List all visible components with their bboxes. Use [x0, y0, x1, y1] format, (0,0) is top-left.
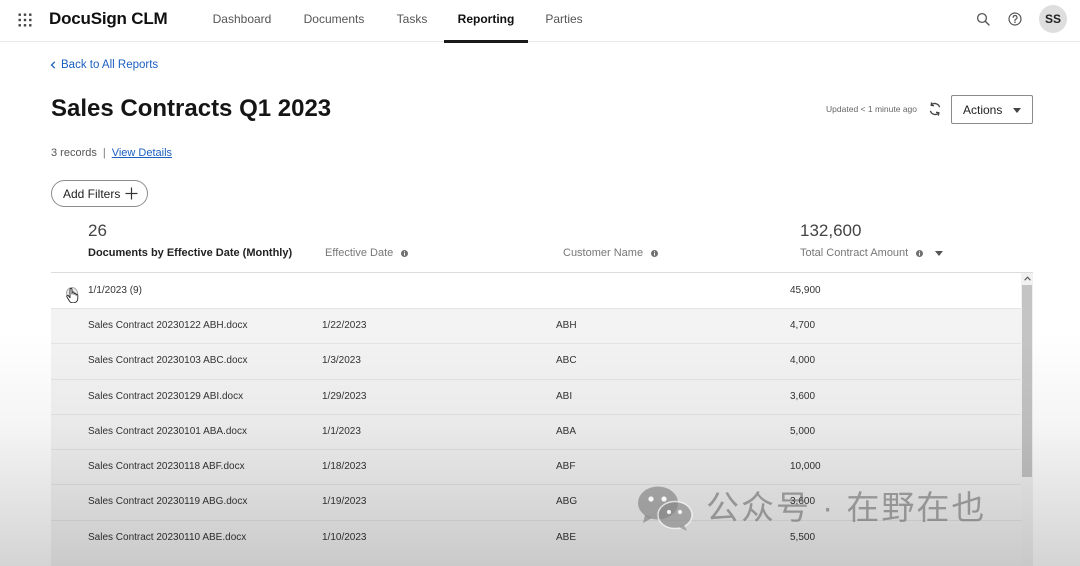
- column-header-customer-name[interactable]: Customer Name: [563, 246, 659, 260]
- customer-name-cell: ABC: [556, 355, 577, 367]
- customer-name-cell: ABF: [556, 461, 576, 473]
- add-filters-label: Add Filters: [63, 186, 121, 201]
- table-row[interactable]: Sales Contract 20230103 ABC.docx 1/3/2023…: [51, 343, 1021, 379]
- nav-item-parties[interactable]: Parties: [528, 0, 600, 42]
- customer-name-cell: ABG: [556, 496, 578, 508]
- apps-grid-icon[interactable]: [17, 12, 33, 28]
- report-title: Sales Contracts Q1 2023: [51, 95, 332, 122]
- info-icon: [401, 249, 409, 257]
- table-row[interactable]: Sales Contract 20230119 ABG.docx 1/19/202…: [51, 484, 1021, 520]
- customer-name-cell: ABA: [556, 425, 577, 437]
- back-to-reports-link[interactable]: Back to All Reports: [50, 58, 158, 72]
- info-icon: [916, 249, 924, 257]
- group-rows: Sales Contract 20230122 ABH.docx 1/22/202…: [51, 308, 1021, 566]
- document-name-cell[interactable]: Sales Contract 20230101 ABA.docx: [88, 415, 247, 449]
- table-row[interactable]: Sales Contract 20230122 ABH.docx 1/22/202…: [51, 308, 1021, 344]
- column-header-effective-date[interactable]: Effective Date: [325, 246, 409, 260]
- group-label: 1/1/2023 (9): [88, 285, 142, 296]
- plus-icon: [125, 187, 138, 200]
- contract-amount-cell: 5,500: [790, 531, 816, 543]
- app-root: DocuSign CLM Dashboard Documents Tasks R…: [0, 0, 1080, 566]
- contract-amount-cell: 10,000: [790, 461, 821, 473]
- document-name-cell[interactable]: Sales Contract 20230118 ABF.docx: [88, 450, 245, 484]
- search-icon[interactable]: [976, 12, 990, 26]
- group-collapse-toggle[interactable]: [65, 287, 79, 303]
- nav-item-reporting[interactable]: Reporting: [444, 0, 528, 43]
- customer-name-cell: ABH: [556, 320, 577, 331]
- separator: |: [102, 147, 106, 159]
- document-name-cell[interactable]: Sales Contract 20230129 ABI.docx: [88, 380, 243, 414]
- effective-date-cell: 1/18/2023: [322, 461, 367, 473]
- effective-date-cell: 1/19/2023: [322, 496, 367, 508]
- user-avatar[interactable]: SS: [1039, 5, 1067, 33]
- chevron-left-icon: [50, 61, 56, 69]
- effective-date-cell: 1/10/2023: [322, 531, 367, 543]
- column-header-label: Total Contract Amount: [800, 247, 909, 259]
- document-name-cell[interactable]: Sales Contract 20230110 ABE.docx: [88, 521, 246, 555]
- group-amount: 45,900: [790, 285, 821, 296]
- top-navigation-bar: DocuSign CLM Dashboard Documents Tasks R…: [0, 0, 1080, 43]
- table-row[interactable]: Sales Contract 20230129 ABI.docx 1/29/202…: [51, 378, 1021, 414]
- caret-down-icon: [1013, 108, 1021, 113]
- effective-date-cell: 1/3/2023: [322, 355, 361, 367]
- contract-amount-cell: 4,000: [790, 355, 816, 367]
- add-filters-button[interactable]: Add Filters: [51, 180, 148, 207]
- table-row[interactable]: Sales Contract 20230101 ABA.docx 1/1/2023…: [51, 413, 1021, 450]
- chevron-up-icon[interactable]: [1021, 273, 1033, 285]
- column-header-label: Customer Name: [563, 247, 644, 259]
- documents-count-total: 26: [88, 221, 107, 240]
- document-name-cell[interactable]: Sales Contract 20230103 ABC.docx: [88, 344, 248, 378]
- table-scrollbar[interactable]: [1021, 273, 1033, 566]
- table-row[interactable]: Sales Contract 20230118 ABF.docx 1/18/202…: [51, 449, 1021, 485]
- document-name-cell[interactable]: Sales Contract 20230122 ABH.docx: [88, 309, 248, 343]
- effective-date-cell: 1/22/2023: [322, 320, 367, 331]
- actions-dropdown-button[interactable]: Actions: [951, 95, 1033, 124]
- column-header-total-contract-amount[interactable]: Total Contract Amount: [800, 246, 944, 260]
- info-icon: [651, 249, 659, 257]
- record-count: 3 records: [51, 147, 97, 159]
- scrollbar-thumb[interactable]: [1022, 285, 1032, 477]
- contract-amount-cell: 3,600: [790, 390, 816, 402]
- actions-label: Actions: [963, 102, 1003, 117]
- table-row[interactable]: Sales Contract 20230110 ABE.docx 1/10/202…: [51, 519, 1021, 556]
- column-header-label: Effective Date: [325, 247, 394, 259]
- column-header-documents[interactable]: Documents by Effective Date (Monthly): [88, 246, 292, 260]
- help-icon[interactable]: [1008, 12, 1022, 26]
- app-logo[interactable]: DocuSign CLM: [49, 9, 168, 29]
- contract-amount-cell: 3,600: [790, 496, 816, 508]
- effective-date-cell: 1/1/2023: [322, 425, 361, 437]
- back-link-label: Back to All Reports: [61, 59, 159, 71]
- refresh-icon[interactable]: [927, 101, 943, 117]
- report-table-body: 1/1/2023 (9) 45,900 Sales Contract 20230…: [51, 273, 1021, 566]
- last-updated-text: Updated < 1 minute ago: [826, 104, 917, 114]
- customer-name-cell: ABI: [556, 390, 573, 402]
- sort-caret-icon[interactable]: [935, 250, 944, 256]
- nav-item-tasks[interactable]: Tasks: [380, 0, 444, 42]
- nav-item-documents[interactable]: Documents: [288, 0, 380, 42]
- group-row[interactable]: 1/1/2023 (9) 45,900: [51, 273, 1021, 308]
- hand-cursor-icon: [66, 287, 79, 303]
- view-details-link[interactable]: View Details: [112, 146, 172, 160]
- contract-amount-total: 132,600: [800, 221, 862, 240]
- contract-amount-cell: 5,000: [790, 425, 816, 437]
- document-name-cell[interactable]: Sales Contract 20230119 ABG.docx: [88, 485, 247, 519]
- customer-name-cell: ABE: [556, 531, 577, 543]
- effective-date-cell: 1/29/2023: [322, 390, 367, 402]
- column-header-label: Documents by Effective Date (Monthly): [88, 247, 293, 259]
- nav-item-dashboard[interactable]: Dashboard: [196, 0, 288, 42]
- contract-amount-cell: 4,700: [790, 320, 816, 331]
- record-summary: 3 records | View Details: [51, 146, 172, 160]
